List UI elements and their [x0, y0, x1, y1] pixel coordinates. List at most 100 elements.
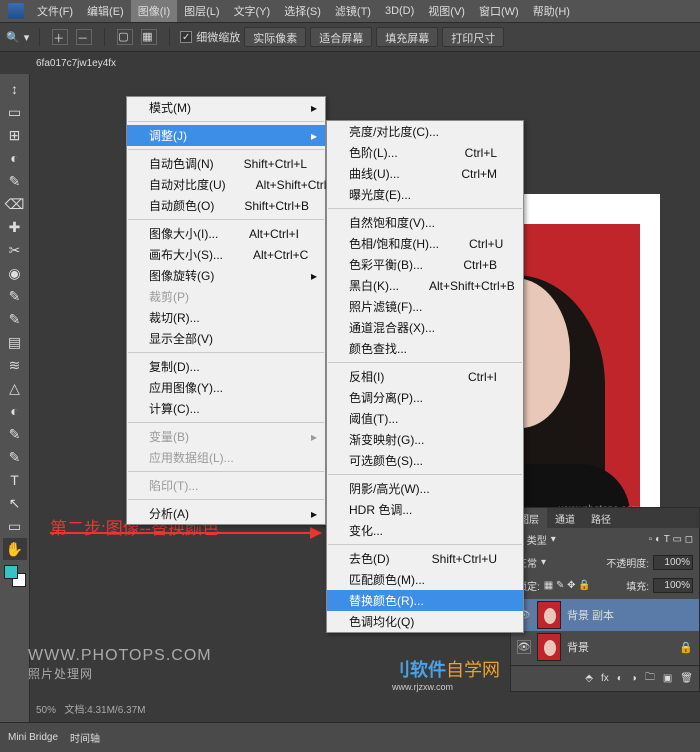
mask-icon[interactable]: ◐ — [617, 673, 623, 684]
actual-pixels-button[interactable]: 实际像素 — [244, 27, 306, 47]
menu-item[interactable]: 调整(J)▸ — [127, 125, 325, 146]
minibridge-tab[interactable]: Mini Bridge — [8, 732, 58, 743]
fill-input[interactable] — [653, 578, 693, 593]
zoom-tool-icon[interactable]: ✋ — [3, 538, 27, 560]
menu-item[interactable]: 图像大小(I)...Alt+Ctrl+I — [127, 223, 325, 244]
shape-tool-icon[interactable]: T — [3, 469, 27, 491]
menu-item[interactable]: 自然饱和度(V)... — [327, 212, 523, 233]
menu-item[interactable]: 模式(M)▸ — [127, 97, 325, 118]
gradient-tool-icon[interactable]: ▤ — [3, 331, 27, 353]
blur-tool-icon[interactable]: ≋ — [3, 354, 27, 376]
menu-item[interactable]: 画布大小(S)...Alt+Ctrl+C — [127, 244, 325, 265]
menu-item[interactable]: 计算(C)... — [127, 398, 325, 419]
marquee-tool-icon[interactable]: ▭ — [3, 101, 27, 123]
new-layer-icon[interactable]: ▣ — [663, 673, 672, 684]
menu-item[interactable]: 色调分离(P)... — [327, 387, 523, 408]
menu-item[interactable]: 阴影/高光(W)... — [327, 478, 523, 499]
menu-item[interactable]: HDR 色调... — [327, 499, 523, 520]
menu-3d[interactable]: 3D(D) — [378, 2, 421, 20]
menu-item[interactable]: 自动颜色(O)Shift+Ctrl+B — [127, 195, 325, 216]
resize-windows-icon[interactable]: ▢ — [117, 29, 133, 45]
menu-image[interactable]: 图像(I) — [131, 0, 177, 22]
menu-item[interactable]: 替换颜色(R)... — [327, 590, 523, 611]
delete-icon[interactable]: 🗑 — [680, 673, 693, 684]
move-tool-icon[interactable]: ↕ — [3, 78, 27, 100]
brush-tool-icon[interactable]: ✂ — [3, 239, 27, 261]
zoom-all-icon[interactable]: ▦ — [141, 29, 157, 45]
eraser-tool-icon[interactable]: ✎ — [3, 308, 27, 330]
wand-tool-icon[interactable]: ◐ — [3, 147, 27, 169]
visibility-icon[interactable]: 👁 — [517, 640, 531, 654]
eyedropper-tool-icon[interactable]: ⌫ — [3, 193, 27, 215]
layer-row[interactable]: 👁 背景 🔒 — [511, 631, 699, 663]
lasso-tool-icon[interactable]: ⊞ — [3, 124, 27, 146]
timeline-tab[interactable]: 时间轴 — [70, 730, 100, 745]
menu-item[interactable]: 照片滤镜(F)... — [327, 296, 523, 317]
menu-view[interactable]: 视图(V) — [421, 0, 472, 22]
menu-item[interactable]: 色相/饱和度(H)...Ctrl+U — [327, 233, 523, 254]
fill-screen-button[interactable]: 填充屏幕 — [376, 27, 438, 47]
menu-item[interactable]: 复制(D)... — [127, 356, 325, 377]
menu-item[interactable]: 色彩平衡(B)...Ctrl+B — [327, 254, 523, 275]
menu-item[interactable]: 渐变映射(G)... — [327, 429, 523, 450]
zoom-out-icon[interactable]: － — [76, 29, 92, 45]
menu-item[interactable]: 自动对比度(U)Alt+Shift+Ctrl+L — [127, 174, 325, 195]
menu-item[interactable]: 显示全部(V) — [127, 328, 325, 349]
menu-item[interactable]: 去色(D)Shift+Ctrl+U — [327, 548, 523, 569]
type-tool-icon[interactable]: ✎ — [3, 423, 27, 445]
menu-item[interactable]: 可选颜色(S)... — [327, 450, 523, 471]
color-swatches[interactable] — [4, 565, 26, 587]
tab-channels[interactable]: 通道 — [547, 508, 583, 528]
heal-tool-icon[interactable]: ✚ — [3, 216, 27, 238]
menu-select[interactable]: 选择(S) — [277, 0, 328, 22]
path-tool-icon[interactable]: ✎ — [3, 446, 27, 468]
app-logo-icon — [8, 3, 24, 19]
crop-tool-icon[interactable]: ✎ — [3, 170, 27, 192]
scrubby-zoom-checkbox[interactable]: ✓细微缩放 — [180, 29, 240, 45]
menu-item[interactable]: 色调均化(Q) — [327, 611, 523, 632]
tab-paths[interactable]: 路径 — [583, 508, 619, 528]
menu-edit[interactable]: 编辑(E) — [80, 0, 131, 22]
menu-window[interactable]: 窗口(W) — [472, 0, 526, 22]
dodge-tool-icon[interactable]: △ — [3, 377, 27, 399]
menu-item[interactable]: 应用图像(Y)... — [127, 377, 325, 398]
menu-item[interactable]: 阈值(T)... — [327, 408, 523, 429]
menu-file[interactable]: 文件(F) — [30, 0, 80, 22]
menu-item[interactable]: 匹配颜色(M)... — [327, 569, 523, 590]
hand-tool-icon[interactable]: ↖ — [3, 492, 27, 514]
menu-help[interactable]: 帮助(H) — [526, 0, 577, 22]
adjustment-icon[interactable]: ◑ — [631, 673, 637, 684]
fx-icon[interactable]: fx — [601, 673, 609, 684]
history-brush-icon[interactable]: ✎ — [3, 285, 27, 307]
menu-item[interactable]: 颜色查找... — [327, 338, 523, 359]
pen-tool-icon[interactable]: ◐ — [3, 400, 27, 422]
menu-item[interactable]: 裁切(R)... — [127, 307, 325, 328]
link-layers-icon[interactable]: ⬘ — [585, 673, 593, 684]
layer-row[interactable]: 👁 背景 副本 — [511, 599, 699, 631]
print-size-button[interactable]: 打印尺寸 — [442, 27, 504, 47]
menu-item[interactable]: 通道混合器(X)... — [327, 317, 523, 338]
menu-item[interactable]: 自动色调(N)Shift+Ctrl+L — [127, 153, 325, 174]
menu-item[interactable]: 变化... — [327, 520, 523, 541]
menu-item[interactable]: 反相(I)Ctrl+I — [327, 366, 523, 387]
menu-item[interactable]: 黑白(K)...Alt+Shift+Ctrl+B — [327, 275, 523, 296]
group-icon[interactable]: 🗀 — [645, 670, 655, 687]
menu-item[interactable]: 曝光度(E)... — [327, 184, 523, 205]
stamp-tool-icon[interactable]: ◉ — [3, 262, 27, 284]
zoom-in-icon[interactable]: ＋ — [52, 29, 68, 45]
menu-layer[interactable]: 图层(L) — [177, 0, 226, 22]
menu-item[interactable]: 色阶(L)...Ctrl+L — [327, 142, 523, 163]
menu-filter[interactable]: 滤镜(T) — [328, 0, 378, 22]
opacity-input[interactable] — [653, 555, 693, 570]
document-tab[interactable]: 6fa017c7jw1ey4fx — [36, 58, 116, 69]
dropdown-icon[interactable]: ▾ — [24, 31, 30, 44]
menu-item[interactable]: 分析(A)▸ — [127, 503, 325, 524]
menu-item[interactable]: 亮度/对比度(C)... — [327, 121, 523, 142]
menu-item[interactable]: 图像旋转(G)▸ — [127, 265, 325, 286]
rotate-tool-icon[interactable]: ▭ — [3, 515, 27, 537]
menu-item: 裁剪(P) — [127, 286, 325, 307]
fit-screen-button[interactable]: 适合屏幕 — [310, 27, 372, 47]
layers-panel: 图层 通道 路径 ρ类型▾ ▫ ◐ T ▭ ◻ 正常▾ 不透明度: 锁定:▦ ✎… — [510, 507, 700, 692]
menu-type[interactable]: 文字(Y) — [227, 0, 278, 22]
menu-item[interactable]: 曲线(U)...Ctrl+M — [327, 163, 523, 184]
